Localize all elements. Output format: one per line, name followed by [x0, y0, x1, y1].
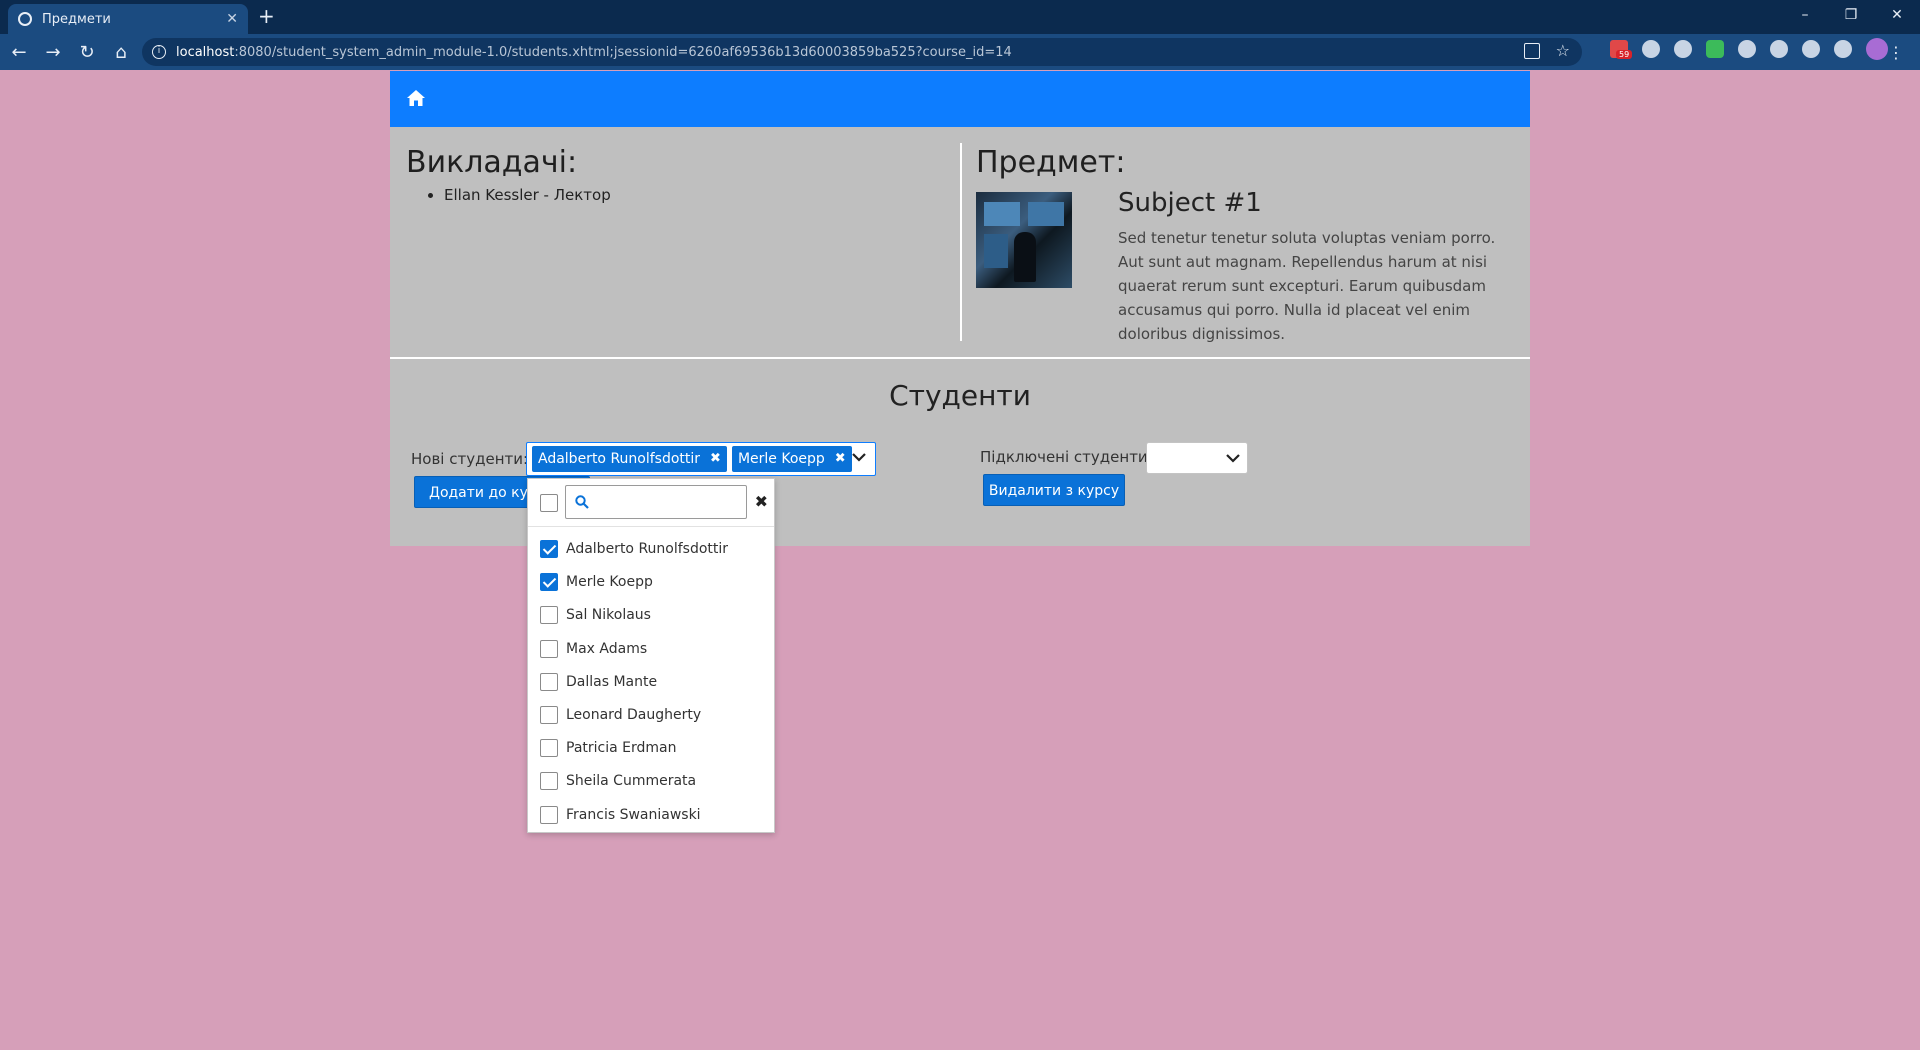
close-window-button[interactable]: ✕: [1874, 0, 1920, 34]
dropdown-header: ✖: [528, 479, 774, 527]
dropdown-option[interactable]: Max Adams: [528, 633, 774, 666]
connected-students-label: Підключені студенти:: [980, 448, 1153, 466]
subject-block: Предмет: Subject #1 Sed tenetur tenetur …: [976, 145, 1516, 346]
translate-icon[interactable]: [1524, 43, 1540, 59]
subject-image: [976, 192, 1072, 288]
search-icon: [575, 495, 589, 509]
dropdown-options: Adalberto Runolfsdottir Merle Koepp Sal Ni…: [528, 527, 774, 832]
bookmark-star-icon[interactable]: ☆: [1556, 41, 1570, 60]
info-icon[interactable]: i: [152, 45, 166, 59]
option-label: Max Adams: [566, 640, 648, 657]
dropdown-close-icon[interactable]: ✖: [755, 492, 768, 511]
chip-label: Adalberto Runolfsdottir: [538, 451, 701, 467]
teachers-block: Викладачі: Ellan Kessler - Лектор: [406, 145, 946, 204]
browser-menu-icon[interactable]: ⋮: [1888, 43, 1904, 62]
restore-button[interactable]: ❐: [1828, 0, 1874, 34]
download-extension-icon[interactable]: [1674, 40, 1692, 58]
option-checkbox[interactable]: [540, 606, 558, 625]
browser-tab[interactable]: Предмети ✕: [8, 4, 248, 34]
home-icon[interactable]: [406, 88, 426, 108]
subject-heading: Предмет:: [976, 145, 1126, 180]
address-bar[interactable]: i localhost:8080/student_system_admin_mo…: [142, 38, 1582, 66]
glasses-extension-icon[interactable]: [1802, 40, 1820, 58]
option-label: Merle Koepp: [566, 574, 653, 591]
chip-remove-icon[interactable]: ✖: [710, 446, 721, 472]
option-label: Leonard Daugherty: [566, 706, 702, 723]
option-checkbox[interactable]: [540, 672, 558, 691]
tab-title: Предмети: [42, 11, 111, 27]
teacher-item: Ellan Kessler - Лектор: [444, 186, 946, 204]
url-path: :8080/student_system_admin_module-1.0/st…: [234, 44, 1012, 60]
new-tab-button[interactable]: +: [258, 6, 275, 26]
course-info: Викладачі: Ellan Kessler - Лектор Предме…: [390, 127, 1530, 359]
url-host: localhost: [176, 44, 235, 60]
vertical-divider: [960, 143, 962, 341]
browser-toolbar: ← → ↻ ⌂ i localhost:8080/student_system_…: [0, 34, 1920, 70]
option-checkbox[interactable]: [540, 573, 558, 592]
dropdown-option[interactable]: Leonard Daugherty: [528, 699, 774, 732]
new-students-label: Нові студенти:: [411, 450, 529, 468]
dropdown-option[interactable]: Merle Koepp: [528, 566, 774, 599]
option-checkbox[interactable]: [540, 739, 558, 758]
reload-icon[interactable]: ↻: [72, 42, 102, 63]
option-label: Adalberto Runolfsdottir: [566, 541, 729, 557]
shield-extension-icon[interactable]: [1706, 40, 1724, 58]
minimize-button[interactable]: –: [1782, 0, 1828, 34]
option-checkbox[interactable]: [540, 805, 558, 824]
option-checkbox[interactable]: [540, 639, 558, 658]
dropdown-search-input[interactable]: [565, 485, 747, 519]
chevron-down-icon[interactable]: [1225, 450, 1241, 466]
remove-from-course-button[interactable]: Видалити з курсу: [983, 474, 1125, 506]
circle-extension-icon[interactable]: [1642, 40, 1660, 58]
selected-chip: Merle Koepp ✖: [731, 446, 852, 472]
main-panel: Викладачі: Ellan Kessler - Лектор Предме…: [390, 71, 1530, 546]
dropdown-option[interactable]: Dallas Mante: [528, 666, 774, 699]
option-label: Dallas Mante: [566, 673, 658, 690]
selected-chip: Adalberto Runolfsdottir ✖: [532, 446, 727, 472]
option-checkbox[interactable]: [540, 705, 558, 724]
teachers-list: Ellan Kessler - Лектор: [444, 186, 946, 204]
connected-students-select[interactable]: [1146, 442, 1248, 474]
students-dropdown-panel: ✖ Adalberto Runolfsdottir Merle Koepp Sal …: [527, 478, 775, 833]
new-students-multiselect[interactable]: Adalberto Runolfsdottir ✖ Merle Koepp ✖: [526, 442, 876, 476]
window-controls: – ❐ ✕: [1782, 0, 1920, 34]
option-checkbox[interactable]: [540, 540, 558, 558]
subject-name: Subject #1: [1118, 188, 1262, 218]
back-icon[interactable]: ←: [4, 42, 34, 63]
mail-badge: 59: [1616, 50, 1633, 59]
option-label: Francis Swaniawski: [566, 806, 701, 823]
select-all-checkbox[interactable]: [540, 494, 558, 512]
dropdown-option[interactable]: Patricia Erdman: [528, 732, 774, 765]
chip-label: Merle Koepp: [737, 451, 825, 467]
option-label: Sal Nikolaus: [566, 607, 651, 624]
teachers-heading: Викладачі:: [406, 145, 578, 180]
profile-avatar[interactable]: [1866, 38, 1888, 60]
home-browser-icon[interactable]: ⌂: [106, 42, 136, 63]
tab-close-icon[interactable]: ✕: [226, 11, 238, 27]
students-heading: Студенти: [889, 379, 1031, 412]
dropdown-option[interactable]: Adalberto Runolfsdottir: [528, 533, 774, 566]
chevron-down-icon[interactable]: [851, 449, 867, 465]
globe-icon: [18, 12, 32, 26]
toggle-extension-icon[interactable]: [1770, 40, 1788, 58]
leaf-extension-icon[interactable]: [1738, 40, 1756, 58]
dropdown-option[interactable]: Sheila Cummerata: [528, 765, 774, 798]
browser-tab-bar: Предмети ✕ + – ❐ ✕: [0, 0, 1920, 34]
option-checkbox[interactable]: [540, 772, 558, 791]
option-label: Patricia Erdman: [566, 740, 677, 757]
option-label: Sheila Cummerata: [566, 773, 697, 790]
chip-remove-icon[interactable]: ✖: [835, 446, 846, 472]
mail-extension-icon[interactable]: 59: [1610, 40, 1633, 59]
navbar: [390, 71, 1530, 127]
dropdown-option[interactable]: Sal Nikolaus: [528, 599, 774, 632]
subject-description: Sed tenetur tenetur soluta voluptas veni…: [1118, 229, 1496, 343]
puzzle-extension-icon[interactable]: [1834, 40, 1852, 58]
extensions-area: 59: [1610, 38, 1888, 60]
dropdown-option[interactable]: Francis Swaniawski: [528, 799, 774, 832]
forward-icon[interactable]: →: [38, 42, 68, 63]
